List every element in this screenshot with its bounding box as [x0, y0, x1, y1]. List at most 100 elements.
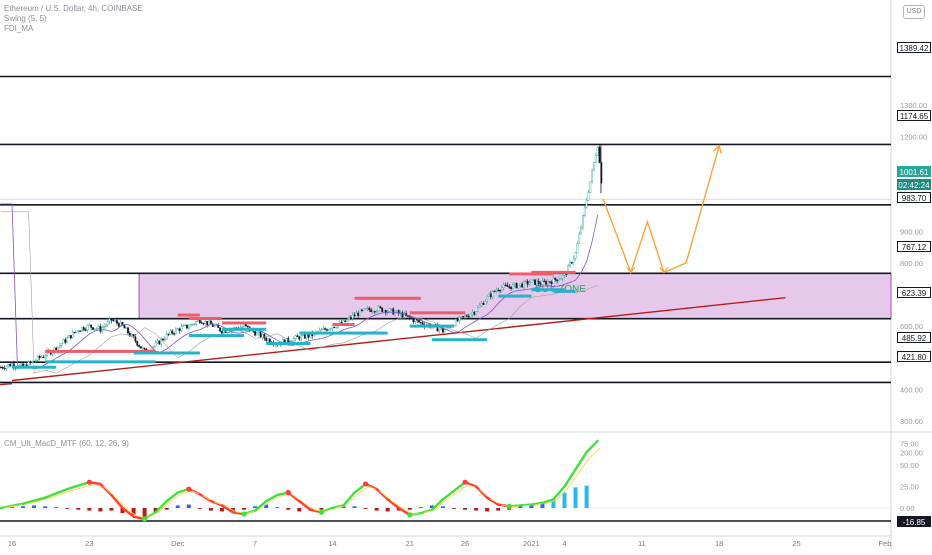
candle-body — [331, 326, 334, 329]
candle-body — [300, 335, 303, 340]
swing-high-marker — [531, 270, 576, 274]
macd-cross-dot — [86, 479, 92, 485]
candle-body — [171, 330, 174, 334]
candle-body — [162, 338, 164, 341]
candle-body — [583, 206, 586, 216]
candle-body — [500, 287, 503, 291]
swing-high-marker — [177, 313, 200, 317]
macd-histogram-bar — [352, 506, 357, 508]
candle-body — [40, 356, 43, 358]
candle-body — [418, 320, 420, 323]
candle-body — [558, 279, 560, 282]
candle-body — [93, 328, 96, 330]
candle-body — [31, 360, 34, 363]
candle-body — [598, 146, 601, 163]
candle-body — [141, 347, 144, 349]
macd-cross-dot — [241, 511, 247, 517]
macd-cross-dot — [186, 486, 192, 492]
candle-body — [86, 325, 89, 331]
oscillator-tick-label: 75.00 — [900, 440, 919, 449]
candle-body — [254, 331, 256, 336]
symbol-title: Ethereum / U.S. Dollar, 4h, COINBASE — [4, 4, 143, 13]
candle-body — [488, 293, 490, 297]
time-axis-tick-label: 4 — [562, 539, 566, 548]
candle-body — [570, 262, 573, 264]
currency-badge[interactable]: USD — [903, 5, 925, 19]
indicator-swing-label: Swing (5, 5) — [4, 14, 47, 23]
candle-body — [243, 324, 245, 327]
candle-body — [108, 318, 111, 322]
candle-body — [29, 361, 32, 363]
candle-body — [116, 320, 118, 324]
candle-body — [512, 284, 514, 289]
candle-body — [110, 318, 113, 321]
time-axis-tick-label: 14 — [328, 539, 336, 548]
candle-body — [486, 296, 489, 302]
macd-cross-dot — [142, 516, 148, 522]
candle-body — [58, 345, 61, 348]
candle-body — [81, 327, 83, 332]
macd-histogram-bar — [275, 507, 280, 508]
candle-body — [184, 324, 187, 326]
candle-body — [368, 307, 371, 311]
macd-histogram-bar — [219, 508, 224, 512]
candle-body — [462, 316, 465, 318]
price-tag-983: 983.70 — [897, 192, 931, 203]
chart-canvas[interactable]: 200.00300.00400.00500.00600.00700.00800.… — [0, 0, 932, 550]
candle-body — [292, 338, 295, 342]
oscillator-tick-label: 50.00 — [900, 461, 919, 470]
price-tag-current: 1001.61 — [897, 166, 931, 177]
candle-body — [508, 286, 511, 288]
macd-histogram-bar — [76, 508, 81, 510]
candle-body — [355, 312, 358, 316]
indicator-fdi-label: FDI_MA — [4, 24, 34, 33]
candle-body — [263, 334, 266, 339]
candle-body — [36, 355, 39, 361]
price-axis-tick-label: 400.00 — [900, 385, 923, 394]
candle-body — [524, 280, 527, 283]
candle-body — [359, 309, 361, 316]
macd-cross-dot — [462, 479, 468, 485]
price-axis-tick-label: 1200.00 — [900, 132, 927, 141]
candle-body — [469, 314, 472, 317]
candle-body — [92, 327, 94, 330]
macd-histogram-bar — [496, 508, 501, 511]
macd-histogram-bar — [485, 508, 490, 512]
candle-body — [79, 330, 82, 332]
candle-body — [215, 324, 218, 327]
candle-body — [329, 328, 332, 330]
macd-histogram-bar — [87, 508, 92, 511]
chart-legend: Ethereum / U.S. Dollar, 4h, COINBASE Swi… — [4, 4, 143, 34]
candle-body — [410, 317, 413, 319]
candle-body — [532, 279, 535, 281]
candle-body — [257, 331, 260, 333]
swing-high-marker — [221, 321, 267, 325]
candle-body — [392, 308, 395, 315]
candle-body — [556, 279, 559, 282]
candle-body — [38, 355, 41, 358]
candle-body — [578, 233, 581, 244]
macd-histogram-bar — [573, 487, 578, 508]
candle-body — [90, 324, 93, 328]
candle-body — [68, 335, 70, 339]
candle-body — [541, 280, 544, 285]
countdown-tag: 02:42:24 — [897, 179, 931, 190]
candle-body — [335, 327, 338, 329]
candle-body — [348, 317, 350, 320]
trading-chart[interactable]: 200.00300.00400.00500.00600.00700.00800.… — [0, 0, 932, 550]
candle-body — [587, 192, 590, 201]
candle-body — [70, 335, 72, 339]
candle-body — [322, 328, 325, 330]
candle-body — [127, 327, 129, 334]
candle-body — [372, 311, 374, 313]
candle-body — [158, 340, 161, 345]
candle-body — [99, 326, 102, 332]
candle-body — [303, 333, 306, 339]
candle-body — [547, 281, 549, 285]
time-axis-tick-label: 21 — [406, 539, 414, 548]
swing-low-marker — [188, 334, 245, 338]
time-axis-tick-label: 11 — [638, 539, 646, 548]
macd-cross-dot — [407, 512, 413, 518]
candle-body — [521, 283, 524, 288]
candle-body — [182, 325, 185, 327]
